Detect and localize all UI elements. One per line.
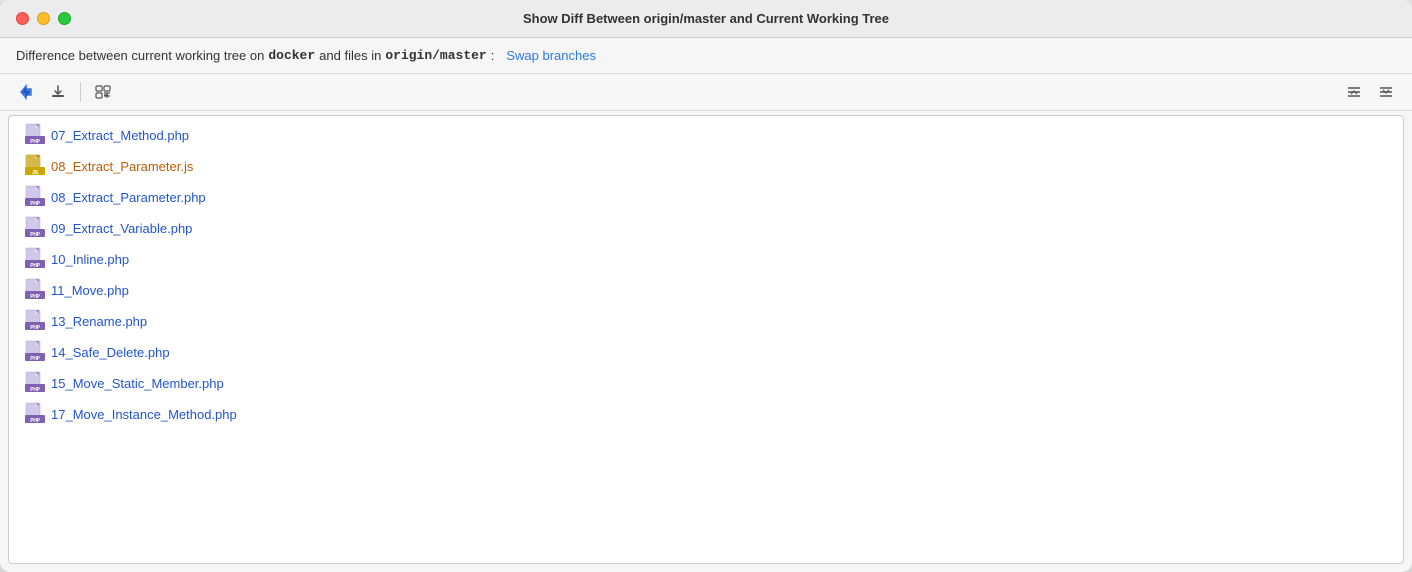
traffic-lights (16, 12, 71, 25)
diff-icon (18, 84, 34, 100)
php-file-icon: PHP (25, 185, 45, 210)
list-item[interactable]: PHP 17_Move_Instance_Method.php (9, 399, 1403, 430)
swap-branches-link[interactable]: Swap branches (506, 48, 596, 63)
php-file-icon: PHP (25, 247, 45, 272)
file-name: 10_Inline.php (51, 252, 129, 267)
svg-text:PHP: PHP (30, 356, 40, 362)
group-button[interactable] (89, 80, 117, 104)
list-item[interactable]: JS 08_Extract_Parameter.js (9, 151, 1403, 182)
list-item[interactable]: PHP 14_Safe_Delete.php (9, 337, 1403, 368)
subtitle-branch2: origin/master (385, 48, 486, 63)
subtitle-middle: and files in (319, 48, 381, 63)
svg-text:PHP: PHP (30, 139, 40, 145)
file-list: PHP 07_Extract_Method.php JS 08_Extract_… (9, 116, 1403, 434)
svg-text:PHP: PHP (30, 387, 40, 393)
maximize-button[interactable] (58, 12, 71, 25)
list-item[interactable]: PHP 15_Move_Static_Member.php (9, 368, 1403, 399)
list-item[interactable]: PHP 07_Extract_Method.php (9, 120, 1403, 151)
file-name: 08_Extract_Parameter.php (51, 190, 206, 205)
file-name: 08_Extract_Parameter.js (51, 159, 193, 174)
list-item[interactable]: PHP 09_Extract_Variable.php (9, 213, 1403, 244)
file-name: 14_Safe_Delete.php (51, 345, 170, 360)
php-file-icon: PHP (25, 340, 45, 365)
toolbar (0, 74, 1412, 111)
svg-text:PHP: PHP (30, 418, 40, 424)
file-name: 07_Extract_Method.php (51, 128, 189, 143)
php-file-icon: PHP (25, 216, 45, 241)
minimize-button[interactable] (37, 12, 50, 25)
file-name: 11_Move.php (51, 283, 129, 298)
list-item[interactable]: PHP 11_Move.php (9, 275, 1403, 306)
php-file-icon: PHP (25, 371, 45, 396)
subtitle-bar: Difference between current working tree … (0, 38, 1412, 74)
window-title: Show Diff Between origin/master and Curr… (523, 11, 889, 26)
expand-all-icon (1378, 84, 1394, 100)
svg-text:JS: JS (32, 170, 39, 176)
svg-text:PHP: PHP (30, 325, 40, 331)
expand-all-button[interactable] (1372, 80, 1400, 104)
subtitle-prefix: Difference between current working tree … (16, 48, 264, 63)
collapse-all-button[interactable] (1340, 80, 1368, 104)
file-name: 13_Rename.php (51, 314, 147, 329)
file-name: 15_Move_Static_Member.php (51, 376, 224, 391)
svg-text:PHP: PHP (30, 232, 40, 238)
php-file-icon: PHP (25, 402, 45, 427)
list-item[interactable]: PHP 13_Rename.php (9, 306, 1403, 337)
svg-text:PHP: PHP (30, 263, 40, 269)
list-item[interactable]: PHP 10_Inline.php (9, 244, 1403, 275)
subtitle-colon: : (491, 48, 495, 63)
php-file-icon: PHP (25, 309, 45, 334)
svg-text:PHP: PHP (30, 294, 40, 300)
apply-button[interactable] (44, 80, 72, 104)
close-button[interactable] (16, 12, 29, 25)
toolbar-right (1340, 80, 1400, 104)
file-name: 09_Extract_Variable.php (51, 221, 192, 236)
toolbar-separator (80, 82, 81, 102)
list-item[interactable]: PHP 08_Extract_Parameter.php (9, 182, 1403, 213)
js-file-icon: JS (25, 154, 45, 179)
svg-text:PHP: PHP (30, 201, 40, 207)
collapse-all-icon (1346, 84, 1362, 100)
title-bar: Show Diff Between origin/master and Curr… (0, 0, 1412, 38)
file-list-container[interactable]: PHP 07_Extract_Method.php JS 08_Extract_… (8, 115, 1404, 564)
apply-icon (50, 84, 66, 100)
file-name: 17_Move_Instance_Method.php (51, 407, 237, 422)
group-icon (95, 84, 111, 100)
main-window: Show Diff Between origin/master and Curr… (0, 0, 1412, 572)
php-file-icon: PHP (25, 123, 45, 148)
php-file-icon: PHP (25, 278, 45, 303)
subtitle-branch1: docker (268, 48, 315, 63)
diff-action-button[interactable] (12, 80, 40, 104)
